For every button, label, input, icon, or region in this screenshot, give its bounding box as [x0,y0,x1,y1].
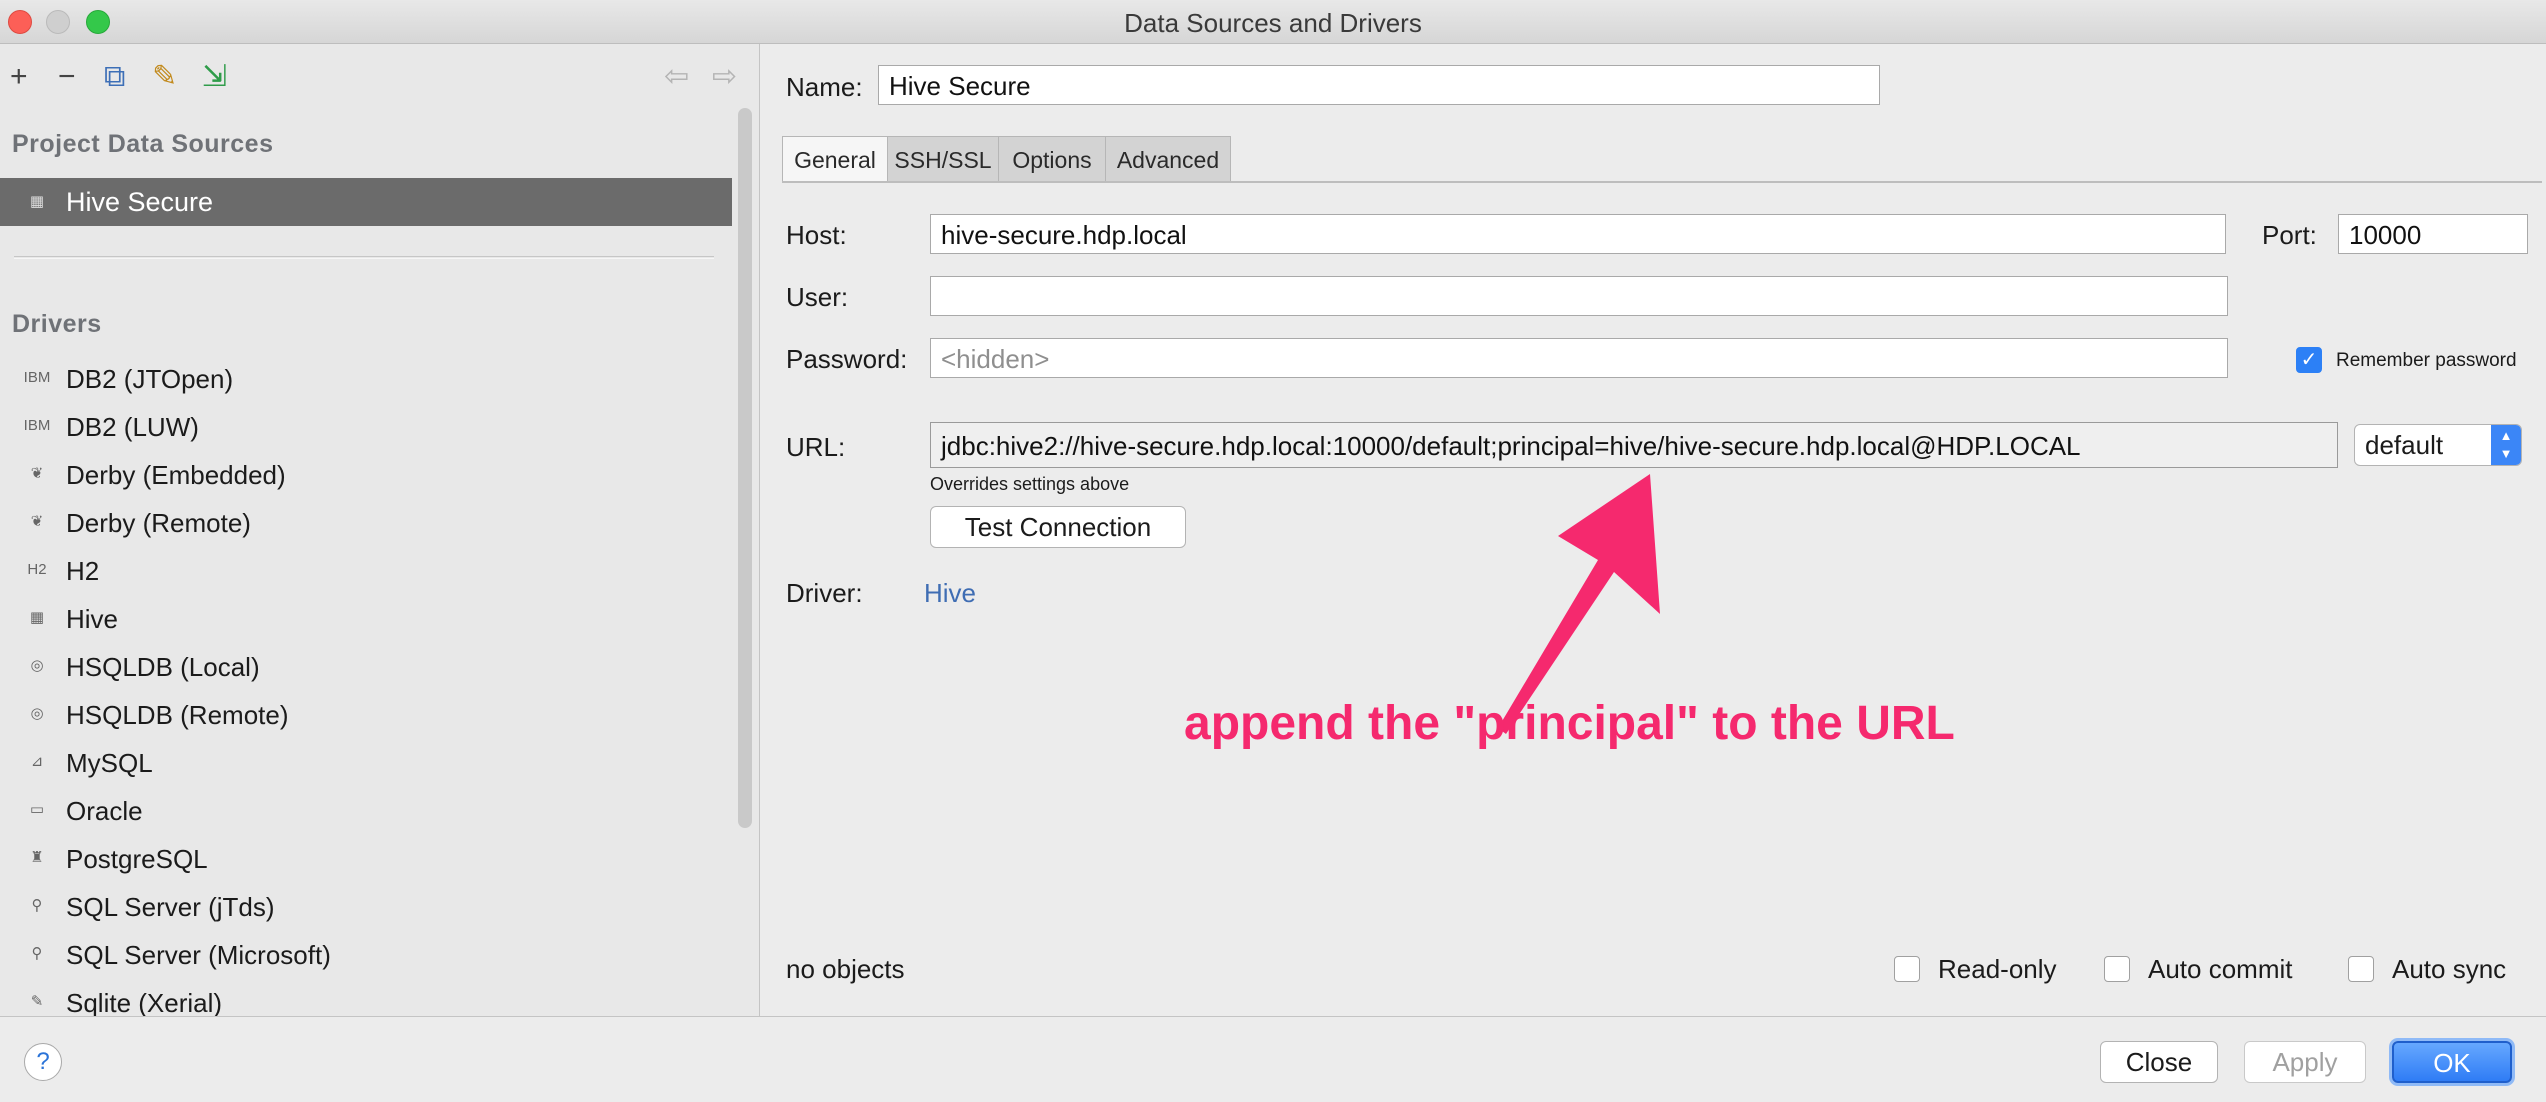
name-field[interactable]: Hive Secure [878,65,1880,105]
apply-button[interactable]: Apply [2244,1041,2366,1083]
driver-label: SQL Server (jTds) [66,892,275,922]
host-field[interactable]: hive-secure.hdp.local [930,214,2226,254]
hive-icon: ▦ [29,193,45,210]
driver-icon: IBM [23,369,51,386]
url-field[interactable]: jdbc:hive2://hive-secure.hdp.local:10000… [930,422,2338,468]
driver-item[interactable]: ◎ HSQLDB (Local) [0,644,732,688]
remember-password-checkbox[interactable]: ✓ [2296,347,2322,373]
tab-options[interactable]: Options [998,136,1106,182]
sidebar-scrollbar[interactable] [738,108,752,828]
properties-icon[interactable]: ✎ [152,62,177,92]
drivers-heading: Drivers [12,310,102,338]
driver-icon: ⚲ [31,897,43,914]
driver-label: H2 [66,556,100,586]
duplicate-icon[interactable]: ⧉ [104,62,125,92]
driver-item[interactable]: ♜ PostgreSQL [0,836,732,880]
url-hint: Overrides settings above [930,474,1130,494]
project-data-sources-heading: Project Data Sources [12,130,274,158]
driver-label: DB2 (LUW) [66,412,199,442]
back-icon[interactable]: ⇦ [664,62,689,92]
driver-item[interactable]: ▭ Oracle [0,788,732,832]
objects-status: no objects [786,954,905,984]
ok-button[interactable]: OK [2392,1041,2512,1083]
annotation-text: append the "principal" to the URL [1184,697,1955,750]
driver-item[interactable]: ❦ Derby (Embedded) [0,452,732,496]
driver-label: Sqlite (Xerial) [66,988,223,1016]
driver-icon: ▭ [29,801,45,818]
driver-item[interactable]: ⊿ MySQL [0,740,732,784]
chevron-updown-icon: ▲ ▼ [2491,425,2521,465]
title-bar: Data Sources and Drivers [0,0,2546,44]
host-label: Host: [786,220,847,250]
data-source-label: Hive Secure [66,187,214,217]
port-field[interactable]: 10000 [2338,214,2528,254]
driver-icon: ✎ [30,993,44,1010]
driver-icon: ◎ [30,705,44,722]
test-connection-button[interactable]: Test Connection [930,506,1186,548]
driver-item[interactable]: ⚲ SQL Server (jTds) [0,884,732,928]
remove-icon[interactable]: − [58,62,76,92]
driver-icon: H2 [27,561,47,578]
driver-item[interactable]: ▦ Hive [0,596,732,640]
user-label: User: [786,282,849,312]
read-only-checkbox[interactable] [1894,956,1920,982]
driver-item[interactable]: IBM DB2 (JTOpen) [0,356,732,400]
auto-commit-checkbox[interactable] [2104,956,2130,982]
read-only-label: Read-only [1938,954,2057,984]
driver-icon: ⊿ [30,753,44,770]
port-label: Port: [2262,220,2317,250]
driver-label: DB2 (JTOpen) [66,364,234,394]
tab-general[interactable]: General [782,136,888,182]
dialog-footer: ? Close Apply OK [0,1016,2546,1102]
driver-label: Oracle [66,796,143,826]
driver-icon: IBM [23,417,51,434]
driver-icon: ⚲ [31,945,43,962]
tab-ssh-ssl[interactable]: SSH/SSL [887,136,999,182]
auto-sync-checkbox[interactable] [2348,956,2374,982]
driver-label: Hive [66,604,119,634]
password-field[interactable]: <hidden> [930,338,2228,378]
add-icon[interactable]: + [10,62,28,92]
driver-label: PostgreSQL [66,844,208,874]
help-button[interactable]: ? [24,1043,62,1081]
driver-item[interactable]: IBM DB2 (LUW) [0,404,732,448]
driver-item[interactable]: ❦ Derby (Remote) [0,500,732,544]
driver-label: Derby (Remote) [66,508,251,538]
driver-item[interactable]: ⚲ SQL Server (Microsoft) [0,932,732,976]
tab-underline [782,181,2542,183]
driver-icon: ❦ [30,465,44,482]
data-sources-sidebar: + − ⧉ ✎ ⇲ ⇦ ⇨ Project Data Sources ▦ Hiv… [0,44,760,1016]
sidebar-divider [14,256,714,259]
user-field[interactable] [930,276,2228,316]
driver-item[interactable]: ✎ Sqlite (Xerial) [0,980,732,1016]
url-mode-select[interactable]: default ▲ ▼ [2354,424,2522,466]
driver-label: MySQL [66,748,153,778]
driver-item[interactable]: ◎ HSQLDB (Remote) [0,692,732,736]
import-icon[interactable]: ⇲ [202,62,227,92]
auto-sync-label: Auto sync [2392,954,2507,984]
auto-commit-label: Auto commit [2148,954,2293,984]
driver-icon: ▦ [29,609,45,626]
driver-icon: ♜ [30,849,44,866]
url-mode-value: default [2365,430,2444,460]
forward-icon[interactable]: ⇨ [712,62,737,92]
driver-icon: ◎ [30,657,44,674]
remember-password-label: Remember password [2336,350,2517,371]
driver-label: SQL Server (Microsoft) [66,940,331,970]
window-title: Data Sources and Drivers [1124,8,1422,38]
url-label: URL: [786,432,846,462]
tab-advanced[interactable]: Advanced [1105,136,1231,182]
data-source-item-hive-secure[interactable]: ▦ Hive Secure [0,178,732,226]
driver-label: HSQLDB (Remote) [66,700,289,730]
driver-item[interactable]: H2 H2 [0,548,732,592]
driver-icon: ❦ [30,513,44,530]
driver-link[interactable]: Hive [924,578,976,609]
name-label: Name: [786,72,863,102]
password-label: Password: [786,344,908,374]
data-source-settings: Name: Hive Secure General SSH/SSL Option… [762,44,2546,1016]
driver-label: HSQLDB (Local) [66,652,260,682]
driver-label: Driver: [786,578,863,608]
driver-label: Derby (Embedded) [66,460,286,490]
close-button[interactable]: Close [2100,1041,2218,1083]
